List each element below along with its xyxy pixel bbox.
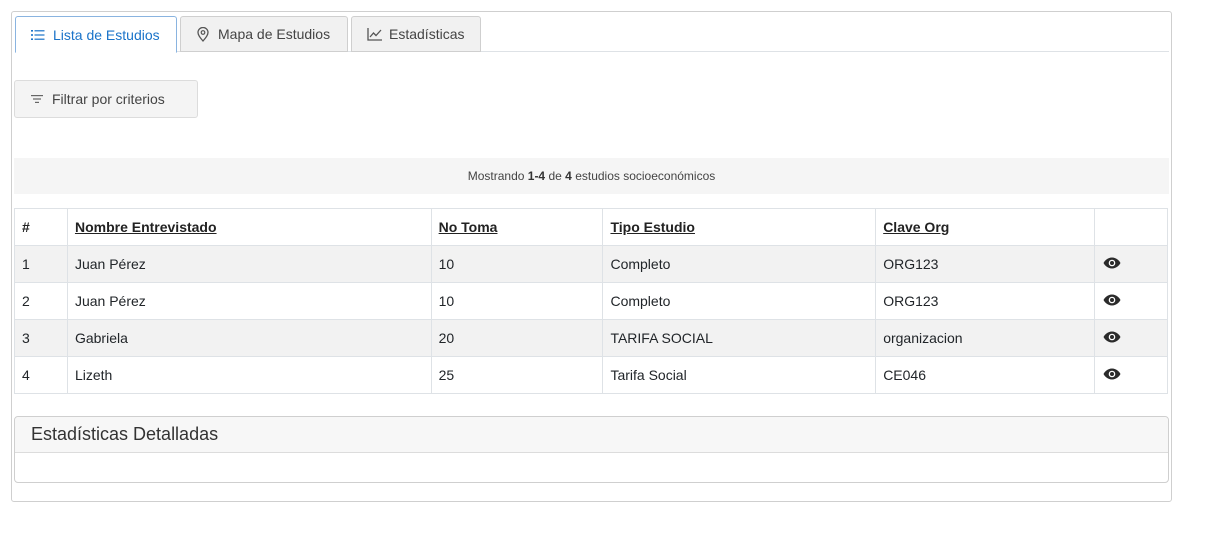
cell-name: Juan Pérez	[66, 282, 432, 320]
cell-number: 2	[14, 282, 68, 320]
summary-range: 1-4	[527, 169, 546, 183]
summary-prefix: Mostrando	[467, 169, 525, 183]
header-label[interactable]: No Toma	[439, 219, 498, 235]
cell-actions	[1094, 319, 1168, 357]
tab-label: Lista de Estudios	[53, 26, 160, 43]
header-tipo-estudio[interactable]: Tipo Estudio	[602, 208, 877, 246]
header-number: #	[14, 208, 68, 246]
cell-name: Juan Pérez	[66, 245, 432, 283]
cell-toma: 10	[430, 282, 604, 320]
eye-icon[interactable]	[1103, 294, 1121, 306]
cell-clave: organizacion	[875, 319, 1096, 357]
tab-estadisticas[interactable]: Estadísticas	[351, 16, 481, 52]
header-actions	[1094, 208, 1168, 246]
header-clave-org[interactable]: Clave Org	[875, 208, 1096, 246]
list-icon	[30, 27, 46, 43]
tab-label: Estadísticas	[389, 26, 465, 42]
cell-toma: 25	[430, 356, 604, 394]
cell-number: 3	[14, 319, 68, 357]
stats-card-title: Estadísticas Detalladas	[31, 424, 219, 444]
cell-name: Gabriela	[66, 319, 432, 357]
map-pin-icon	[195, 26, 211, 42]
filter-button[interactable]: Filtrar por criterios	[14, 80, 198, 118]
cell-tipo: Completo	[602, 282, 877, 320]
tab-bar: Lista de Estudios Mapa de Estudios Estad…	[15, 16, 1169, 53]
cell-toma: 10	[430, 245, 604, 283]
cell-toma: 20	[430, 319, 604, 357]
cell-actions	[1094, 356, 1168, 394]
studies-table: # Nombre Entrevistado No Toma Tipo Estud…	[14, 208, 1168, 394]
stats-card: Estadísticas Detalladas	[14, 416, 1169, 483]
cell-actions	[1094, 245, 1168, 283]
header-label[interactable]: Clave Org	[883, 219, 949, 235]
header-label[interactable]: Tipo Estudio	[610, 219, 695, 235]
table-header-row: # Nombre Entrevistado No Toma Tipo Estud…	[14, 208, 1168, 246]
cell-tipo: Completo	[602, 245, 877, 283]
cell-name: Lizeth	[66, 356, 432, 394]
cell-tipo: Tarifa Social	[602, 356, 877, 394]
cell-tipo: TARIFA SOCIAL	[602, 319, 877, 357]
cell-number: 4	[14, 356, 68, 394]
cell-clave: ORG123	[875, 282, 1096, 320]
cell-number: 1	[14, 245, 68, 283]
table-row: 3 Gabriela 20 TARIFA SOCIAL organizacion	[14, 319, 1168, 357]
header-nombre-entrevistado[interactable]: Nombre Entrevistado	[66, 208, 432, 246]
tab-lista-estudios[interactable]: Lista de Estudios	[15, 16, 177, 53]
eye-icon[interactable]	[1103, 257, 1121, 269]
eye-icon[interactable]	[1103, 368, 1121, 380]
results-summary: Mostrando 1-4 de 4 estudios socioeconómi…	[14, 158, 1169, 194]
table-row: 1 Juan Pérez 10 Completo ORG123	[14, 245, 1168, 283]
summary-middle: de	[548, 169, 562, 183]
tab-label: Mapa de Estudios	[218, 26, 331, 42]
header-label[interactable]: Nombre Entrevistado	[75, 219, 217, 235]
line-chart-icon	[366, 26, 382, 42]
cell-clave: ORG123	[875, 245, 1096, 283]
cell-actions	[1094, 282, 1168, 320]
filter-icon	[31, 94, 43, 104]
summary-suffix: estudios socioeconómicos	[575, 169, 716, 183]
tab-mapa-estudios[interactable]: Mapa de Estudios	[180, 16, 348, 52]
studies-panel: Lista de Estudios Mapa de Estudios Estad…	[11, 11, 1172, 502]
eye-icon[interactable]	[1103, 331, 1121, 343]
header-no-toma[interactable]: No Toma	[430, 208, 604, 246]
stats-card-header: Estadísticas Detalladas	[15, 417, 1168, 453]
table-row: 4 Lizeth 25 Tarifa Social CE046	[14, 356, 1168, 394]
table-row: 2 Juan Pérez 10 Completo ORG123	[14, 282, 1168, 320]
filter-button-label: Filtrar por criterios	[52, 91, 165, 107]
cell-clave: CE046	[875, 356, 1096, 394]
summary-total: 4	[565, 169, 572, 183]
